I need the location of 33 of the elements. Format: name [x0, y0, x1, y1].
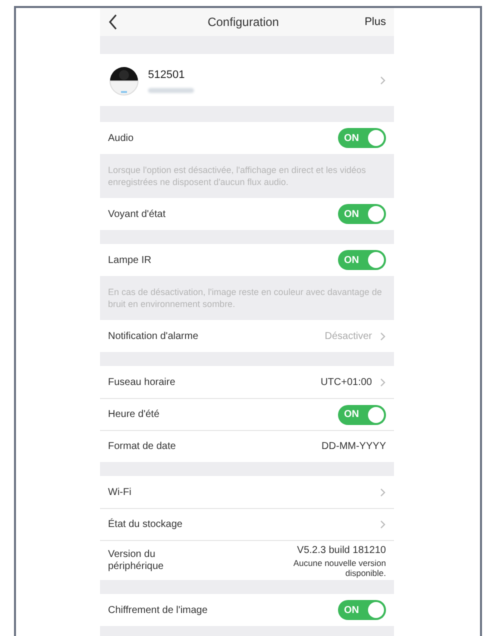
setting-note: En cas de désactivation, l'image reste en couleur avec davantage de bruit en environnement sombre. — [107, 286, 383, 311]
device-name: 512501 — [148, 68, 186, 83]
more-button[interactable]: Plus — [364, 14, 386, 30]
setting-label: État du stockage — [108, 517, 182, 532]
blurred-serial — [148, 88, 194, 94]
setting-label: Notification d'alarme — [108, 330, 198, 344]
version-number: V5.2.3 build 181210 — [297, 544, 386, 558]
setting-label: Format de date — [108, 440, 176, 454]
chevron-icon — [380, 76, 386, 84]
update-status: Aucune nouvelle version disponible. — [292, 558, 386, 578]
setting-label: Fuseau horaire — [108, 376, 176, 390]
screen-title: Configuration — [208, 14, 279, 31]
toggle-switch[interactable]: ON — [338, 250, 386, 270]
toggle-switch[interactable]: ON — [338, 600, 386, 620]
setting-note: Lorsque l'option est désactivée, l'affichage en direct et les vidéos enregistrées ne disposent d'aucun flux audio. — [107, 164, 367, 189]
toggle-switch[interactable]: ON — [338, 204, 386, 224]
chevron-icon — [380, 520, 386, 529]
chevron-icon — [380, 332, 386, 340]
setting-label: Wi-Fi — [108, 486, 132, 500]
setting-link[interactable]: Désactiver — [324, 328, 386, 344]
setting-label: Lampe IR — [108, 254, 152, 268]
chevron-icon — [380, 488, 386, 496]
toggle-switch[interactable]: ON — [338, 404, 386, 424]
setting-label: Audio — [108, 132, 134, 146]
setting-label: Chiffrement de l'image — [108, 604, 208, 618]
setting-link[interactable]: UTC+01:00 — [320, 374, 386, 390]
setting-value: DD-MM-YYYY — [322, 440, 386, 454]
setting-label: Version du périphérique — [108, 548, 165, 572]
device-row[interactable]: 512501 — [100, 54, 394, 106]
toggle-switch[interactable]: ON — [338, 128, 386, 148]
setting-label: Heure d'été — [108, 408, 160, 422]
chevron-icon — [380, 378, 386, 386]
setting-label: Voyant d'état — [108, 208, 166, 222]
